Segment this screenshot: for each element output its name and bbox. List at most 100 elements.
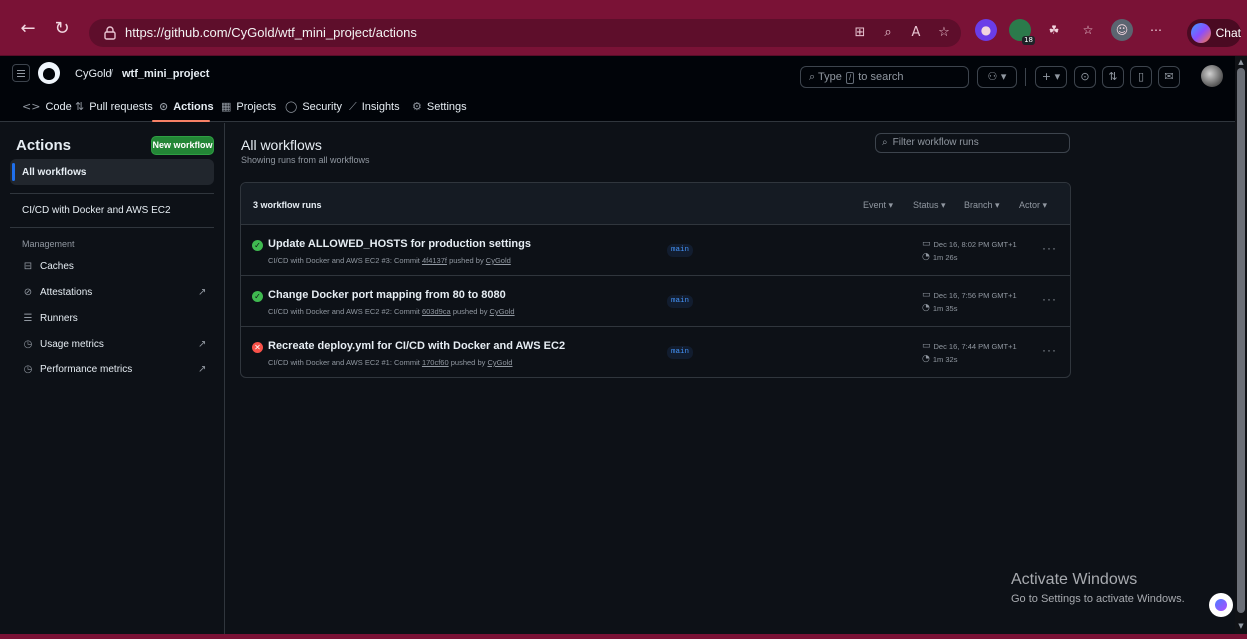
refresh-icon[interactable]: ↻	[50, 17, 74, 41]
commit-link[interactable]: 603d9ca	[422, 307, 451, 316]
browser-toolbar: ← ↻ https://github.com/CyGold/wtf_mini_p…	[0, 0, 1247, 56]
status-filter-dropdown[interactable]: Status ▾	[913, 200, 946, 211]
search-shortcut-key: /	[845, 72, 855, 84]
commit-link[interactable]: 4f4137f	[422, 256, 447, 265]
page-scrollbar[interactable]: ▲ ▼	[1235, 56, 1247, 634]
event-filter-dropdown[interactable]: Event ▾	[863, 200, 893, 211]
tab-label: Actions	[173, 100, 214, 113]
copilot-extension-icon[interactable]: ☘	[1043, 19, 1065, 41]
scrollbar-thumb[interactable]	[1237, 68, 1245, 613]
external-link-icon: ↗	[198, 364, 207, 375]
search-input[interactable]: ⌕ Type / to search	[800, 66, 969, 88]
user-link[interactable]: CyGold	[486, 256, 511, 265]
actor-filter-dropdown[interactable]: Actor ▾	[1019, 200, 1047, 211]
sidebar-item-label[interactable]: All workflows	[22, 167, 86, 178]
kebab-menu-icon[interactable]: ···	[1042, 241, 1057, 255]
issues-icon[interactable]: ⊙	[1074, 66, 1096, 88]
kebab-menu-icon[interactable]: ···	[1042, 343, 1057, 357]
chevron-down-icon: ▾	[995, 200, 1000, 210]
address-bar[interactable]: https://github.com/CyGold/wtf_mini_proje…	[89, 19, 961, 47]
stopwatch-icon: ◔	[922, 354, 930, 364]
commit-link[interactable]: 170cf60	[422, 358, 449, 367]
branch-tag[interactable]: main	[667, 295, 694, 308]
sidebar-item-performance-metrics[interactable]: ◷ Performance metrics	[22, 364, 133, 375]
tab-actions[interactable]: ⊙ Actions	[159, 100, 214, 113]
chevron-down-icon: ▾	[1042, 200, 1048, 210]
run-title[interactable]: Change Docker port mapping from 80 to 80…	[268, 289, 506, 301]
external-link-icon: ↗	[198, 339, 207, 350]
favorite-star-icon[interactable]: ☆	[935, 24, 953, 42]
copilot-floating-button[interactable]	[1209, 593, 1233, 617]
run-meta-prefix: CI/CD with Docker and AWS EC2 #2: Commit	[268, 307, 420, 316]
external-link-icon: ↗	[198, 287, 207, 298]
tab-code[interactable]: <> Code	[22, 100, 72, 113]
run-title[interactable]: Recreate deploy.yml for CI/CD with Docke…	[268, 340, 565, 352]
inbox-icon[interactable]: ✉	[1158, 66, 1180, 88]
sidebar-item-runners[interactable]: ☰ Runners	[22, 313, 78, 324]
tab-settings[interactable]: ⚙ Settings	[412, 100, 467, 113]
run-meta: CI/CD with Docker and AWS EC2 #2: Commit…	[268, 307, 515, 316]
filter-workflow-runs-input[interactable]: ⌕ Filter workflow runs	[875, 133, 1070, 153]
filter-label: Branch	[964, 200, 993, 210]
code-icon: <>	[22, 100, 41, 113]
copilot-menu-button[interactable]: ⚇ ▾	[977, 66, 1017, 88]
back-arrow-icon[interactable]: ←	[16, 17, 40, 41]
pull-requests-icon[interactable]: ⇅	[1102, 66, 1124, 88]
run-meta: CI/CD with Docker and AWS EC2 #1: Commit…	[268, 358, 512, 367]
breadcrumb-owner[interactable]: CyGold	[75, 68, 112, 80]
check-circle-icon: ✓	[252, 291, 263, 302]
repositories-icon[interactable]: ▯	[1130, 66, 1152, 88]
create-new-button[interactable]: + ▾	[1035, 66, 1067, 88]
more-menu-icon[interactable]: ⋯	[1145, 19, 1167, 41]
tab-insights[interactable]: ⟋ Insights	[349, 100, 400, 114]
kebab-menu-icon[interactable]: ···	[1042, 292, 1057, 306]
sidebar-section-management: Management	[22, 239, 75, 249]
tab-projects[interactable]: ▦ Projects	[221, 100, 276, 113]
branch-tag[interactable]: main	[667, 244, 694, 257]
user-link[interactable]: CyGold	[487, 358, 512, 367]
shield-icon: ◯	[285, 100, 298, 113]
scroll-up-arrow-icon[interactable]: ▲	[1237, 58, 1245, 66]
extension-badge-icon[interactable]: 18	[1009, 19, 1035, 45]
breadcrumb-repo[interactable]: wtf_mini_project	[122, 68, 209, 80]
extension-badge-count: 18	[1022, 36, 1035, 45]
sidebar-item-workflow[interactable]: CI/CD with Docker and AWS EC2	[22, 205, 171, 216]
run-title[interactable]: Update ALLOWED_HOSTS for production sett…	[268, 238, 531, 250]
run-meta-mid: pushed by	[449, 256, 484, 265]
apps-grid-icon[interactable]: ⊞	[851, 24, 869, 42]
github-logo-icon[interactable]	[38, 62, 60, 84]
run-meta-mid: pushed by	[450, 358, 486, 367]
sidebar-item-usage-metrics[interactable]: ◷ Usage metrics	[22, 339, 104, 350]
user-link[interactable]: CyGold	[490, 307, 515, 316]
activate-windows-watermark: Activate Windows	[1011, 571, 1138, 588]
profile-avatar[interactable]: ☺	[1111, 19, 1133, 41]
run-meta-mid: pushed by	[452, 307, 488, 316]
check-circle-icon: ✓	[252, 240, 263, 251]
tab-pull-requests[interactable]: ⇅ Pull requests	[75, 100, 153, 113]
menu-hamburger-icon[interactable]	[12, 64, 30, 82]
run-meta-prefix: CI/CD with Docker and AWS EC2 #1: Commit	[268, 358, 420, 367]
branch-filter-dropdown[interactable]: Branch ▾	[964, 200, 1000, 211]
activate-windows-hint: Go to Settings to activate Windows.	[1011, 593, 1185, 605]
copilot-logo-icon	[1191, 23, 1211, 43]
table-row[interactable]: ✓ Change Docker port mapping from 80 to …	[241, 276, 1070, 327]
sidebar-item-attestations[interactable]: ⊘ Attestations	[22, 287, 92, 298]
chat-button[interactable]: Chat	[1187, 19, 1241, 47]
tab-label: Projects	[236, 100, 277, 113]
site-info-icon[interactable]	[102, 25, 118, 41]
user-avatar[interactable]	[1201, 65, 1223, 87]
table-row[interactable]: ✓ Update ALLOWED_HOSTS for production se…	[241, 225, 1070, 276]
read-aloud-icon[interactable]: A	[907, 24, 925, 42]
run-meta-prefix: CI/CD with Docker and AWS EC2 #3: Commit	[268, 256, 420, 265]
favorites-icon[interactable]: ☆	[1077, 19, 1099, 41]
extension-brain-icon[interactable]: ●	[975, 19, 997, 41]
branch-tag[interactable]: main	[667, 346, 694, 359]
zoom-icon[interactable]: ⌕	[879, 24, 897, 42]
table-row[interactable]: ✕ Recreate deploy.yml for CI/CD with Doc…	[241, 327, 1070, 377]
sidebar-item-caches[interactable]: ⊟ Caches	[22, 261, 74, 272]
new-workflow-button[interactable]: New workflow	[151, 136, 214, 155]
url-text[interactable]: https://github.com/CyGold/wtf_mini_proje…	[125, 25, 417, 40]
tab-security[interactable]: ◯ Security	[285, 100, 342, 113]
scroll-down-arrow-icon[interactable]: ▼	[1237, 622, 1245, 630]
run-duration-text: 1m 32s	[932, 354, 958, 364]
